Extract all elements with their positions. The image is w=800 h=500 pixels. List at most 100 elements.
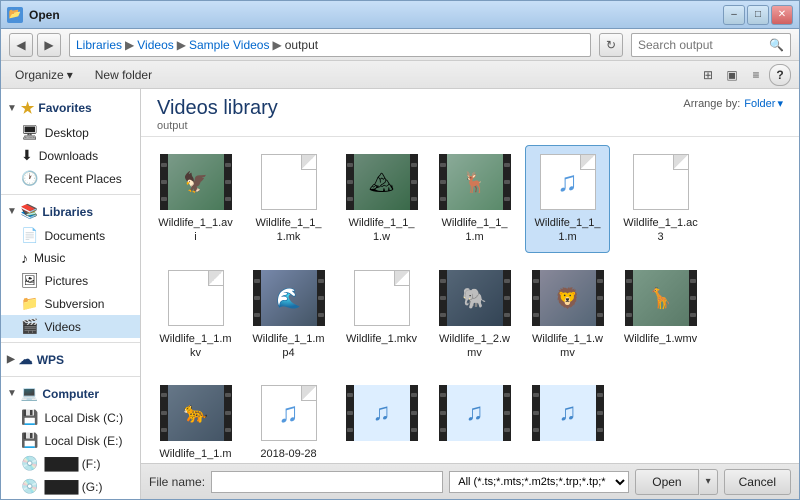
file-item[interactable]: 🐆 Wildlife_1_1.mp4 [153,376,238,463]
file-item[interactable]: 🦅 Wildlife_1_1.avi [153,145,238,253]
file-item[interactable]: 🦌 Wildlife_1_1_1.m4v [432,145,517,253]
filmstrip-hole [440,197,446,201]
arrange-by-label: Arrange by: [683,98,740,110]
search-bar[interactable]: 🔍 [631,33,791,57]
filmstrip-hole [225,428,231,432]
title-bar: 📂 Open – □ ✕ [1,1,799,29]
sidebar-favorites-header[interactable]: ▼ ★ Favorites [1,95,140,121]
file-item[interactable]: ♫ [432,376,517,463]
filmstrip-left [439,270,447,326]
file-grid-area: 🦅 Wildlife_1_1.avi [141,137,799,463]
wps-icon: ☁ [19,351,33,368]
breadcrumb-samplevideos[interactable]: Sample Videos [189,38,270,52]
video-bg: 🌊 [261,270,317,326]
sidebar-desktop-label: Desktop [45,126,89,140]
filename-input[interactable] [211,471,443,493]
file-item[interactable]: Wildlife_1_1.ac3 [618,145,703,253]
file-item[interactable]: 🐘 Wildlife_1_2.wmv [432,261,517,368]
filmstrip-hole [161,411,167,415]
window-title: Open [29,8,723,22]
filmstrip-right [596,385,604,441]
open-dropdown-button[interactable]: ▾ [700,469,718,495]
filmstrip-hole [318,313,324,317]
maximize-button[interactable]: □ [747,5,769,25]
video-image: 🏔 [354,154,410,210]
file-item[interactable]: 🏔 Wildlife_1_1_1.wmv [339,145,424,253]
sidebar-item-recentplaces[interactable]: 🕐 Recent Places [1,167,140,190]
minimize-button[interactable]: – [723,5,745,25]
filmstrip-hole [504,180,510,184]
refresh-button[interactable]: ↻ [599,33,623,57]
breadcrumb-videos[interactable]: Videos [137,38,173,52]
sidebar-item-edrive[interactable]: 💾 Local Disk (E:) [1,429,140,452]
filmstrip-right [410,385,418,441]
filmstrip-hole [504,393,510,397]
sidebar-item-desktop[interactable]: 🖥 Desktop [1,121,140,144]
filmstrip-left [160,385,168,441]
views-button[interactable]: ⊞ [697,64,719,86]
sidebar-libraries-header[interactable]: ▼ 📚 Libraries [1,199,140,224]
filmstrip-right [224,385,232,441]
close-button[interactable]: ✕ [771,5,793,25]
filmstrip-left [253,270,261,326]
sidebar-item-music[interactable]: ♪ Music [1,247,140,269]
filmstrip-hole [440,313,446,317]
file-item[interactable]: 🦁 Wildlife_1_1.wmv [525,261,610,368]
organize-button[interactable]: Organize ▾ [9,66,79,84]
file-item[interactable]: ♫ [339,376,424,463]
file-item[interactable]: Wildlife_1_1_1.mkv [246,145,331,253]
video-image: 🦌 [447,154,503,210]
file-item-selected[interactable]: ♫ Wildlife_1_1_1.mp4 [525,145,610,253]
sidebar-item-videos[interactable]: 🎬 Videos [1,315,140,338]
doc-thumb [261,154,317,210]
video-thumb: 🦁 [532,270,604,326]
sidebar-fdrive-label: ████ (F:) [44,457,100,471]
filmstrip-hole [597,411,603,415]
filmstrip-hole [504,197,510,201]
file-item[interactable]: Wildlife_1_1.mkv [153,261,238,368]
preview-button[interactable]: ▣ [721,64,743,86]
filmstrip-left [160,154,168,210]
favorites-arrow: ▼ [7,103,17,114]
breadcrumb-libraries[interactable]: Libraries [76,38,122,52]
arrange-by-value[interactable]: Folder ▾ [744,97,783,110]
sidebar-item-downloads[interactable]: ⬇ Downloads [1,144,140,167]
file-thumbnail: 🦌 [439,152,511,212]
search-input[interactable] [638,38,769,52]
file-item[interactable]: 🦒 Wildlife_1.wmv [618,261,703,368]
file-thumbnail [346,268,418,328]
sidebar-item-documents[interactable]: 📄 Documents [1,224,140,247]
filmstrip-hole [504,313,510,317]
favorites-star-icon: ★ [21,99,34,117]
back-button[interactable]: ◀ [9,33,33,57]
filmstrip-hole [440,180,446,184]
file-thumbnail: ♫ [346,383,418,443]
breadcrumb-output[interactable]: output [285,38,318,52]
sidebar-item-pictures[interactable]: 🖼 Pictures [1,269,140,292]
file-name: Wildlife_1_1.avi [158,216,233,245]
sidebar-edrive-label: Local Disk (E:) [44,434,122,448]
filetype-select[interactable]: All (*.ts;*.mts;*.m2ts;*.trp;*.tp;* [449,471,629,493]
file-item[interactable]: ♫ 2018-09-2811.17.10.mp4 [246,376,331,463]
open-button[interactable]: Open [635,469,698,495]
file-item[interactable]: Wildlife_1.mkv [339,261,424,368]
details-button[interactable]: ≡ [745,64,767,86]
open-button-group: Open ▾ [635,469,717,495]
file-item[interactable]: 🌊 Wildlife_1_1.mp4 [246,261,331,368]
sidebar-item-subversion[interactable]: 📁 Subversion [1,292,140,315]
filmstrip-hole [533,428,539,432]
forward-button[interactable]: ▶ [37,33,61,57]
sidebar-computer-header[interactable]: ▼ 💻 Computer [1,381,140,406]
cancel-button[interactable]: Cancel [724,469,791,495]
breadcrumb[interactable]: Libraries ▶ Videos ▶ Sample Videos ▶ out… [69,33,591,57]
filmstrip-hole [533,279,539,283]
sidebar-item-fdrive[interactable]: 💿 ████ (F:) [1,452,140,475]
new-folder-button[interactable]: New folder [87,66,160,84]
sidebar-divider-3 [1,376,140,377]
help-button[interactable]: ? [769,64,791,86]
gdrive-icon: 💿 [21,478,38,495]
sidebar-item-gdrive[interactable]: 💿 ████ (G:) [1,475,140,498]
sidebar-wps-header[interactable]: ▶ ☁ WPS [1,347,140,372]
sidebar-item-cdrive[interactable]: 💾 Local Disk (C:) [1,406,140,429]
file-item[interactable]: ♫ [525,376,610,463]
